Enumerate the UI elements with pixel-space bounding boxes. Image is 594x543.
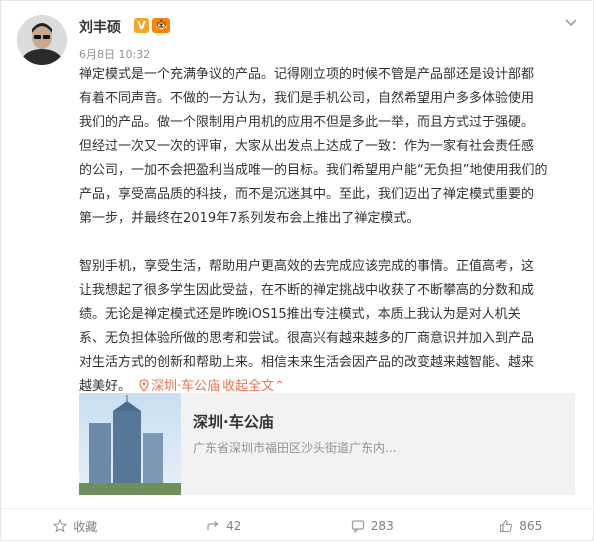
author-name[interactable]: 刘丰硕 — [79, 17, 121, 37]
location-link[interactable]: 深圳·车公庙 — [139, 379, 220, 394]
location-link-label: 深圳·车公庙 — [151, 379, 220, 394]
text-line: 有着不同声音。不做的一方认为，我们是手机公司，自然希望用户多多体验使用 — [79, 87, 573, 111]
text-line: 越美好。 — [79, 379, 131, 394]
favorite-button[interactable]: 收藏 — [1, 509, 150, 543]
text-line: 的公司，一加不会把盈利当成唯一的目标。我们希望用户能“无负担”地使用我们的 — [79, 159, 573, 183]
comment-icon — [351, 519, 365, 533]
collapse-link[interactable]: 收起全文⌃ — [222, 379, 285, 394]
paragraph-gap — [79, 231, 573, 255]
weibo-post-card: 刘丰硕 V 🐯 6月8日 10:32 禅定模式是一个充满争议的产品。记得刚立项的… — [0, 0, 594, 541]
location-thumbnail — [79, 393, 181, 495]
text-line: 让我想起了很多学生因此受益，在不断的禅定挑战中收获了不断攀高的分数和成 — [79, 279, 573, 303]
chevron-up-icon: ⌃ — [274, 379, 285, 394]
location-address: 广东省深圳市福田区沙头街道广东内... — [193, 439, 396, 456]
collapse-label: 收起全文 — [222, 379, 274, 394]
thumbs-up-icon — [499, 519, 513, 533]
author-badges: V 🐯 — [134, 18, 170, 33]
chevron-down-icon[interactable] — [563, 15, 579, 31]
text-line: 产品，享受高品质的科技，而不是沉迷其中。至此，我们迈出了禅定模式重要的 — [79, 183, 573, 207]
comment-button[interactable]: 283 — [298, 509, 447, 543]
text-line: 但经过一次又一次的评审，大家从出发点上达成了一致：作为一家有社会责任感 — [79, 135, 573, 159]
text-line: 对生活方式的创新和帮助上来。相信未来生活会因产品的改变越来越智能、越来 — [79, 351, 573, 375]
text-line: 第一步，并最终在2019年7系列发布会上推出了禅定模式。 — [79, 207, 573, 231]
text-line: 绩。无论是禅定模式还是昨晚iOS15推出专注模式，本质上我认为是对人机关 — [79, 303, 573, 327]
forward-count: 42 — [226, 519, 241, 533]
verified-badge-icon[interactable]: V — [134, 18, 149, 33]
text-line: 禅定模式是一个充满争议的产品。记得刚立项的时候不管是产品部还是设计部都 — [79, 63, 573, 87]
forward-icon — [206, 519, 220, 533]
paragraph-1: 禅定模式是一个充满争议的产品。记得刚立项的时候不管是产品部还是设计部都 有着不同… — [79, 63, 573, 231]
action-bar: 收藏 42 283 865 — [1, 508, 594, 543]
location-title: 深圳·车公庙 — [193, 411, 274, 432]
vip-badge-icon[interactable]: 🐯 — [152, 18, 170, 33]
text-line: 智别手机，享受生活，帮助用户更高效的去完成应该完成的事情。正值高考，这 — [79, 255, 573, 279]
paragraph-2: 智别手机，享受生活，帮助用户更高效的去完成应该完成的事情。正值高考，这 让我想起… — [79, 255, 573, 399]
forward-button[interactable]: 42 — [150, 509, 299, 543]
text-line: 我们的产品。做一个限制用户用机的应用不但是多此一举，而且方式过于强硬。 — [79, 111, 573, 135]
like-button[interactable]: 865 — [447, 509, 594, 543]
post-text: 禅定模式是一个充满争议的产品。记得刚立项的时候不管是产品部还是设计部都 有着不同… — [79, 63, 573, 399]
avatar[interactable] — [17, 15, 67, 65]
location-pin-icon — [139, 379, 149, 392]
post-time[interactable]: 6月8日 10:32 — [79, 46, 150, 62]
comment-count: 283 — [371, 519, 394, 533]
like-count: 865 — [519, 519, 542, 533]
text-line: 系、无负担体验所做的思考和尝试。很高兴有越来越多的厂商意识并加入到产品 — [79, 327, 573, 351]
star-icon — [53, 519, 67, 533]
location-card[interactable]: 深圳·车公庙 广东省深圳市福田区沙头街道广东内... — [79, 393, 575, 495]
favorite-label: 收藏 — [73, 518, 97, 535]
